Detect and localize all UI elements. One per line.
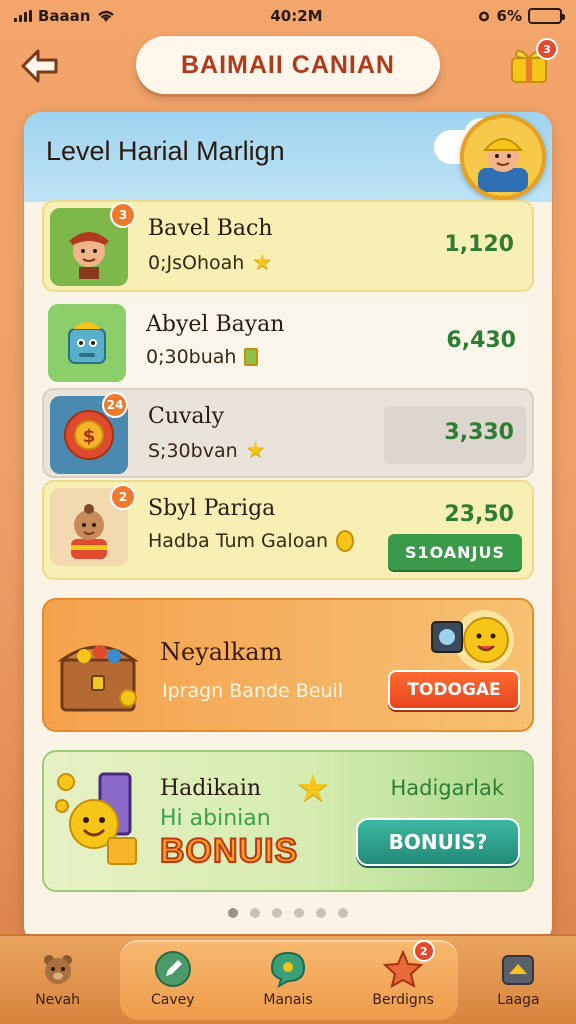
nav-label: Berdigns <box>372 992 434 1008</box>
star-icon: ★ <box>252 250 273 275</box>
signal-icon <box>14 10 32 22</box>
notification-badge: 3 <box>536 38 558 60</box>
leaderboard-row[interactable]: 3 Bavel Bach 0;JsOhoah ★ 1,120 <box>42 200 534 292</box>
promo-subtitle: Ipragn Bande Beuil <box>162 680 344 702</box>
bottom-nav-items: Nevah Cavey Manais Berdigns 2 Laaga <box>0 934 576 1024</box>
page-dot[interactable] <box>250 908 260 918</box>
alarm-icon <box>478 11 489 22</box>
promo-line: Hi abinian <box>160 806 271 831</box>
player-name: Abyel Bayan <box>146 312 285 337</box>
player-avatar[interactable] <box>460 114 546 200</box>
treasure-chest-icon <box>57 645 139 712</box>
nav-label: Manais <box>263 992 313 1008</box>
treasure-promo-card[interactable]: Neyalkam Ipragn Bande Beuil TODOGAE <box>42 598 534 732</box>
arrow-left-icon <box>21 49 58 83</box>
player-subtitle: 0;JsOhoah ★ <box>148 250 272 275</box>
nav-label: Laaga <box>497 992 540 1008</box>
robot-icon <box>68 322 106 364</box>
rank-badge: 2 <box>110 484 136 510</box>
player-thumbnail <box>48 304 126 382</box>
promo-title: Hadikain <box>160 776 262 801</box>
pencil-icon <box>154 951 191 987</box>
leaderboard-panel: Level Harial Marlign 3 Bavel Bach 0;JsOh… <box>24 112 552 944</box>
page-dot[interactable] <box>294 908 304 918</box>
worker-avatar-icon <box>478 138 528 192</box>
coin-icon <box>336 530 354 552</box>
player-score: 6,430 <box>446 328 516 353</box>
player-name: Bavel Bach <box>148 216 273 241</box>
nav-item-cavey[interactable]: Cavey <box>115 934 230 1024</box>
player-subtitle-text: S;30bvan <box>148 439 238 462</box>
notification-badge: 2 <box>412 940 435 962</box>
page-dot[interactable] <box>316 908 326 918</box>
player-subtitle-text: 0;30buah <box>146 346 237 368</box>
star-icon: ★ <box>296 766 331 810</box>
player-subtitle-text: Hadba Tum Galoan <box>148 530 328 552</box>
treasure-open-button[interactable]: TODOGAE <box>388 670 520 710</box>
promo-title-right: Hadigarlak <box>390 776 504 800</box>
carrier-label: Baaan <box>38 7 91 25</box>
battery-percent: 6% <box>496 7 522 25</box>
page-indicator <box>24 908 552 918</box>
player-name: Cuvaly <box>148 404 225 429</box>
claim-bonus-button[interactable]: S1OANJUS <box>388 534 522 570</box>
leaderboard-title: Level Harial Marlign <box>46 136 285 166</box>
page-dot[interactable] <box>338 908 348 918</box>
bonus-word: BONUIS <box>159 831 299 871</box>
clock: 40:2M <box>270 7 323 25</box>
rank-badge: 24 <box>102 392 128 418</box>
player-subtitle: S;30bvan ★ <box>148 438 265 463</box>
back-button[interactable] <box>18 44 62 88</box>
rank-badge: 3 <box>110 202 136 228</box>
star-icon: ★ <box>245 438 266 463</box>
bear-icon <box>43 955 72 984</box>
player-score: 23,50 <box>444 502 514 527</box>
battery-icon <box>527 8 565 24</box>
nav-item-berdigns[interactable]: Berdigns 2 <box>346 934 461 1024</box>
player-subtitle: 0;30buah <box>146 346 259 368</box>
page-dot[interactable] <box>228 908 238 918</box>
nav-label: Cavey <box>151 992 195 1008</box>
leaderboard-row[interactable]: Abyel Bayan 0;30buah 6,430 <box>42 298 534 386</box>
hat-man-icon <box>69 232 109 279</box>
nav-item-laaga[interactable]: Laaga <box>461 934 576 1024</box>
boy-waving-icon <box>71 504 107 559</box>
leaderboard-row[interactable]: 2 Sbyl Pariga Hadba Tum Galoan 23,50 S1O… <box>42 480 534 580</box>
player-subtitle: Hadba Tum Galoan <box>148 530 354 552</box>
nav-item-manais[interactable]: Manais <box>230 934 345 1024</box>
wifi-icon <box>98 10 115 22</box>
page-title: BAIMAII CANIAN <box>136 36 440 94</box>
nav-label: Nevah <box>35 992 81 1008</box>
smiley-coins-icon <box>55 772 137 865</box>
svg-text:$: $ <box>83 426 96 447</box>
house-icon <box>502 955 535 985</box>
player-score: 3,330 <box>444 420 514 445</box>
bonus-promo-card[interactable]: Hadikain ★ Hi abinian BONUIS Hadigarlak … <box>42 750 534 892</box>
chat-icon <box>270 951 306 988</box>
nav-item-nevah[interactable]: Nevah <box>0 934 115 1024</box>
note-icon <box>244 348 259 366</box>
player-subtitle-text: 0;JsOhoah <box>148 251 245 274</box>
player-name: Sbyl Pariga <box>148 496 276 521</box>
promo-title: Neyalkam <box>160 638 283 666</box>
sun-mascot-icon <box>431 610 514 670</box>
page-dot[interactable] <box>272 908 282 918</box>
status-bar: Baaan 40:2M 6% <box>0 0 576 32</box>
player-score: 1,120 <box>444 232 514 257</box>
bonus-claim-button[interactable]: BONUIS? <box>356 818 520 866</box>
leaderboard-row[interactable]: $ 24 Cuvaly S;30bvan ★ 3,330 <box>42 388 534 478</box>
gift-button[interactable]: 3 <box>506 38 558 88</box>
